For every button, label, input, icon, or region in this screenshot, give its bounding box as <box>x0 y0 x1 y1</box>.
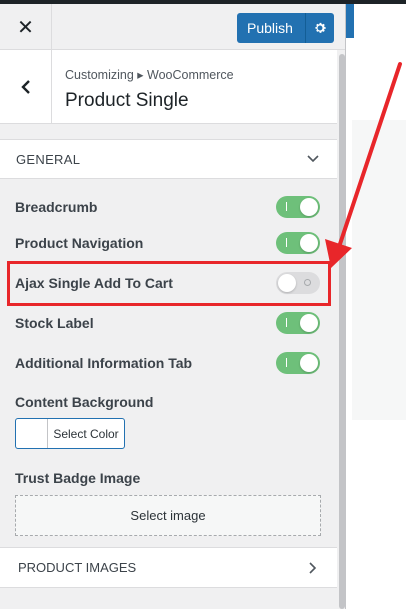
select-color-label: Select Color <box>48 419 124 448</box>
toggle-label: Additional Information Tab <box>15 355 193 371</box>
chevron-right-icon <box>309 561 317 574</box>
product-navigation-toggle[interactable] <box>276 232 320 254</box>
color-swatch <box>16 419 48 448</box>
toggle-row-additional-information-tab: Additional Information Tab <box>15 351 320 375</box>
toggle-label: Product Navigation <box>15 235 144 251</box>
breadcrumb: Customizing ▸ WooCommerce <box>65 68 234 82</box>
chevron-down-icon <box>307 155 319 163</box>
gear-icon[interactable] <box>306 21 334 35</box>
preview-accent-bar <box>346 4 354 38</box>
publish-button[interactable]: Publish <box>237 13 334 43</box>
publish-button-label: Publish <box>247 20 293 36</box>
chevron-left-icon <box>20 80 30 94</box>
annotation-highlight-box <box>7 261 331 306</box>
breadcrumb-toggle[interactable] <box>276 196 320 218</box>
preview-content-block <box>352 120 406 420</box>
panel-scrollbar-thumb[interactable] <box>339 54 345 609</box>
customizer-header: ✕ Publish <box>0 4 345 50</box>
section-title-area: Customizing ▸ WooCommerce Product Single <box>0 50 337 124</box>
toggle-label: Breadcrumb <box>15 199 98 215</box>
select-image-button[interactable]: Select image <box>15 495 321 536</box>
additional-information-tab-toggle[interactable] <box>276 352 320 374</box>
content-background-label: Content Background <box>15 394 154 410</box>
general-section-header[interactable]: GENERAL <box>0 139 337 179</box>
toggle-row-product-navigation: Product Navigation <box>15 231 320 255</box>
back-button[interactable] <box>0 50 52 124</box>
select-color-button[interactable]: Select Color <box>15 418 125 449</box>
close-button[interactable]: ✕ <box>0 4 52 50</box>
general-section-label: GENERAL <box>16 151 81 167</box>
trust-badge-image-label: Trust Badge Image <box>15 470 141 486</box>
toggle-row-stock-label: Stock Label <box>15 311 320 335</box>
close-icon: ✕ <box>17 16 34 39</box>
stock-label-toggle[interactable] <box>276 312 320 334</box>
page-title: Product Single <box>65 90 189 111</box>
toggle-label: Stock Label <box>15 315 94 331</box>
toggle-row-breadcrumb: Breadcrumb <box>15 195 320 219</box>
product-images-section-header[interactable]: PRODUCT IMAGES <box>0 547 337 588</box>
product-images-label: PRODUCT IMAGES <box>18 560 137 575</box>
